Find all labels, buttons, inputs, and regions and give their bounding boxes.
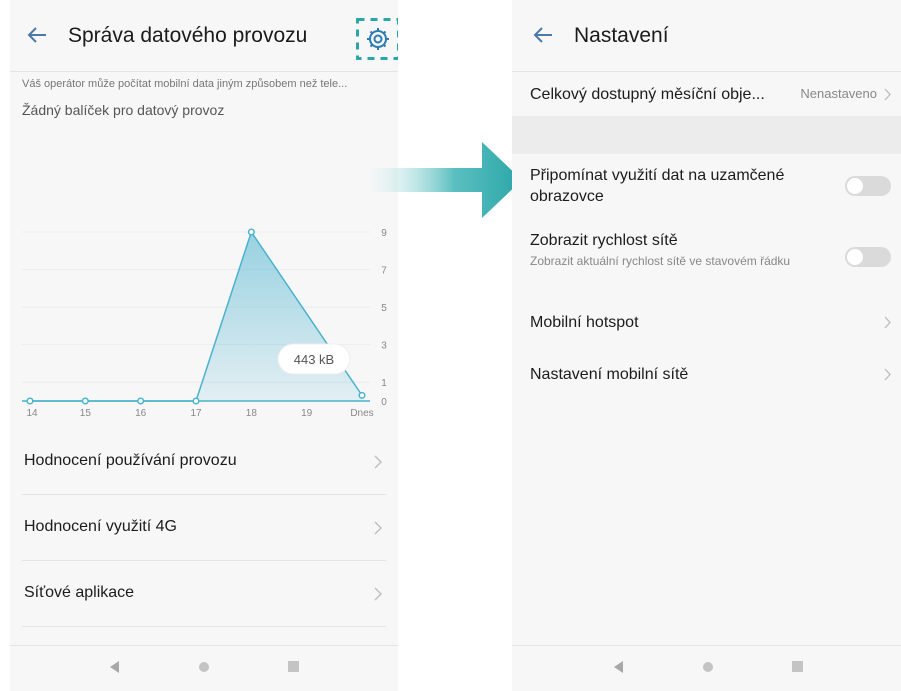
nav-back-icon[interactable] bbox=[614, 661, 624, 673]
chevron-right-icon bbox=[884, 316, 891, 329]
settings-gear-icon[interactable] bbox=[356, 18, 398, 60]
x-tick-label: 14 bbox=[26, 408, 38, 419]
header-divider bbox=[10, 71, 398, 72]
row-divider bbox=[22, 560, 386, 561]
data-point bbox=[81, 397, 89, 405]
y-tick-label: 7 bbox=[381, 266, 387, 277]
mobile-network-settings-label: Nastavení mobilní sítě bbox=[530, 366, 689, 383]
navbar-divider bbox=[10, 645, 398, 646]
back-arrow-icon[interactable] bbox=[530, 22, 556, 48]
network-speed-subtitle: Zobrazit aktuální rychlost sítě ve stavo… bbox=[530, 254, 791, 268]
x-tick-label: 15 bbox=[80, 408, 92, 419]
toggle-knob bbox=[847, 178, 863, 194]
row-divider bbox=[22, 494, 386, 495]
no-package-text: Žádný balíček pro datový provoz bbox=[22, 102, 225, 118]
page-title: Nastavení bbox=[574, 24, 669, 47]
tooltip-value: 443 kB bbox=[294, 352, 334, 367]
nav-back-icon[interactable] bbox=[110, 661, 120, 673]
navigation-bar bbox=[10, 645, 398, 691]
4g-rating-row[interactable]: Hodnocení využití 4G bbox=[10, 496, 398, 560]
chevron-right-icon bbox=[884, 88, 891, 101]
remind-lockscreen-row[interactable]: Připomínat využití dat na uzamčené obraz… bbox=[512, 160, 901, 218]
usage-rating-label: Hodnocení používání provozu bbox=[24, 452, 237, 469]
navbar-divider bbox=[512, 645, 901, 646]
nav-home-icon[interactable] bbox=[702, 661, 714, 673]
network-speed-label: Zobrazit rychlost sítě bbox=[530, 232, 678, 249]
row-divider bbox=[22, 626, 386, 627]
chevron-right-icon bbox=[374, 455, 382, 469]
y-tick-label: 3 bbox=[381, 341, 387, 352]
network-apps-row[interactable]: Síťové aplikace bbox=[10, 562, 398, 626]
chevron-right-icon bbox=[374, 587, 382, 601]
data-point bbox=[358, 391, 366, 399]
x-tick-label: Dnes bbox=[350, 408, 373, 419]
operator-note: Váš operátor může počítat mobilní data j… bbox=[22, 78, 348, 90]
nav-recents-icon[interactable] bbox=[792, 661, 803, 672]
monthly-total-label: Celkový dostupný měsíční obje... bbox=[530, 86, 765, 103]
data-point bbox=[137, 397, 145, 405]
settings-screen: Nastavení Celkový dostupný měsíční obje.… bbox=[512, 0, 901, 691]
y-tick-label: 1 bbox=[381, 378, 387, 389]
toggle-knob bbox=[847, 249, 863, 265]
usage-chart: 9 7 5 3 1 0 14 15 16 17 18 19 Dnes 443 kB bbox=[22, 228, 387, 419]
y-tick-label: 9 bbox=[381, 228, 387, 239]
x-tick-label: 16 bbox=[135, 408, 147, 419]
mobile-hotspot-label: Mobilní hotspot bbox=[530, 314, 639, 331]
tooltip: 443 kB bbox=[277, 343, 351, 375]
data-point bbox=[247, 228, 255, 236]
traffic-management-screen: Správa datového provozu Váš operátor můž… bbox=[10, 0, 398, 691]
remind-lockscreen-label: Připomínat využití dat na uzamčené obraz… bbox=[530, 167, 785, 205]
data-point bbox=[192, 397, 200, 405]
transition-arrow-icon bbox=[372, 142, 522, 218]
nav-home-icon[interactable] bbox=[198, 661, 210, 673]
chevron-right-icon bbox=[884, 368, 891, 381]
network-speed-row[interactable]: Zobrazit rychlost sítě Zobrazit aktuální… bbox=[512, 226, 901, 294]
navigation-bar bbox=[512, 645, 901, 691]
monthly-total-value: Nenastaveno bbox=[800, 86, 877, 101]
nav-recents-icon[interactable] bbox=[288, 661, 299, 672]
x-tick-label: 17 bbox=[190, 408, 202, 419]
y-tick-label: 5 bbox=[381, 303, 387, 314]
page-title: Správa datového provozu bbox=[68, 24, 308, 47]
remind-lockscreen-toggle[interactable] bbox=[845, 176, 891, 196]
network-speed-toggle[interactable] bbox=[845, 247, 891, 267]
x-tick-label: 18 bbox=[246, 408, 258, 419]
4g-rating-label: Hodnocení využití 4G bbox=[24, 518, 177, 535]
title-bar: Nastavení bbox=[512, 0, 901, 70]
back-arrow-icon[interactable] bbox=[24, 22, 50, 48]
y-tick-label: 0 bbox=[381, 397, 387, 408]
chevron-right-icon bbox=[374, 521, 382, 535]
mobile-network-settings-row[interactable]: Nastavení mobilní sítě bbox=[512, 350, 901, 398]
usage-area bbox=[30, 232, 362, 401]
mobile-hotspot-row[interactable]: Mobilní hotspot bbox=[512, 298, 901, 346]
title-bar: Správa datového provozu bbox=[10, 0, 398, 70]
data-point bbox=[26, 397, 34, 405]
usage-rating-row[interactable]: Hodnocení používání provozu bbox=[10, 430, 398, 494]
section-separator bbox=[512, 116, 901, 154]
network-apps-label: Síťové aplikace bbox=[24, 584, 135, 601]
monthly-total-row[interactable]: Celkový dostupný měsíční obje... Nenasta… bbox=[512, 72, 901, 116]
x-tick-label: 19 bbox=[301, 408, 313, 419]
